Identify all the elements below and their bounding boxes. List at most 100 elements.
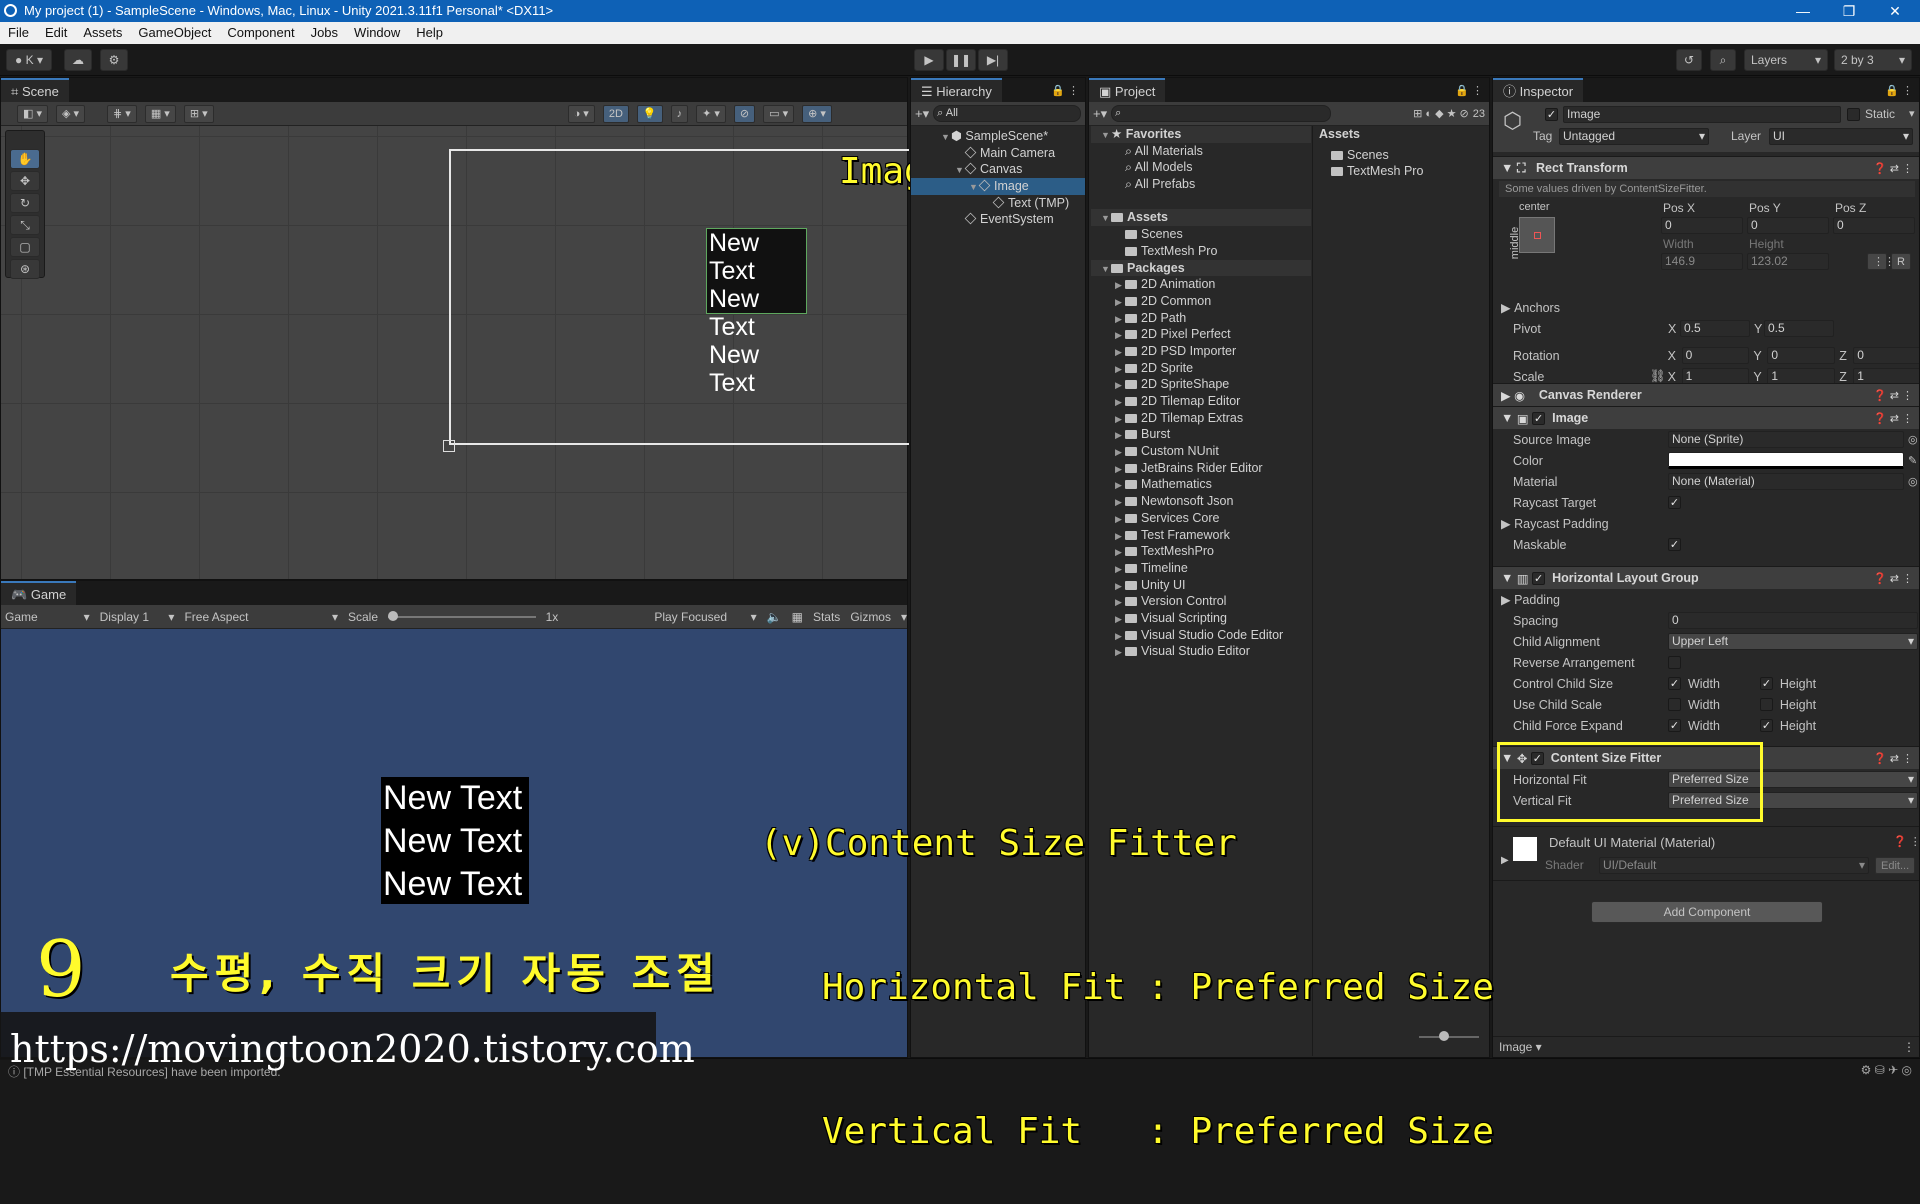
project-tree-item[interactable]: ▶ JetBrains Rider Editor <box>1091 460 1311 477</box>
project-tree-item[interactable]: Scenes <box>1091 226 1311 243</box>
fold-arrow-icon[interactable]: ▶ <box>1115 477 1125 494</box>
pivot-y-field[interactable]: 0.5 <box>1764 320 1834 337</box>
object-name-field[interactable]: Image <box>1563 106 1841 123</box>
effects-icon[interactable]: ✦ ▾ <box>696 104 726 123</box>
object-picker-icon[interactable]: ◎ <box>1904 433 1918 446</box>
project-search-input[interactable]: ⌕ <box>1111 105 1332 122</box>
color-swatch[interactable] <box>1668 452 1904 469</box>
project-tree-item[interactable]: ▶ TextMeshPro <box>1091 543 1311 560</box>
hierarchy-item[interactable]: Text (TMP) <box>911 195 1085 212</box>
audio-icon[interactable]: ♪ <box>670 104 689 123</box>
padding-foldout[interactable]: ▶ Padding <box>1493 589 1919 610</box>
menu-edit[interactable]: Edit <box>37 22 75 44</box>
layer-dropdown[interactable]: UI ▾ <box>1769 128 1913 145</box>
play-button[interactable]: ▶ <box>914 49 944 71</box>
fold-arrow-icon[interactable]: ▼ <box>1101 127 1111 144</box>
lighting-icon[interactable]: 💡 <box>636 104 663 123</box>
project-tree-item[interactable]: ▶ 2D Sprite <box>1091 360 1311 377</box>
mode-2d-toggle[interactable]: 2D <box>602 104 629 123</box>
chevron-down-icon[interactable]: ▾ <box>901 610 907 624</box>
fold-arrow-icon[interactable]: ▶ <box>1115 377 1125 394</box>
child-alignment-dropdown[interactable]: Upper Left ▾ <box>1668 633 1918 650</box>
project-tree-item[interactable]: ▶ Custom NUnit <box>1091 443 1311 460</box>
anchors-foldout[interactable]: ▶ Anchors <box>1493 297 1919 318</box>
asset-textmeshpro[interactable]: TextMesh Pro <box>1315 163 1487 180</box>
add-component-button[interactable]: Add Component <box>1591 901 1823 923</box>
fold-arrow-icon[interactable]: ▶ <box>1115 327 1125 344</box>
hand-tool-icon[interactable]: ✋ <box>10 149 40 169</box>
fold-arrow-icon[interactable]: ▼ <box>941 129 951 146</box>
lock-icon[interactable]: 🔒 ⋮ <box>1879 84 1919 102</box>
rotation-z-field[interactable]: 0 <box>1853 347 1919 364</box>
project-tree-item[interactable]: ▶ Version Control <box>1091 593 1311 610</box>
posy-field[interactable]: 0 <box>1747 217 1829 234</box>
rect-tool-icon[interactable]: ▢ <box>10 237 40 257</box>
fold-arrow-icon[interactable]: ▶ <box>1115 444 1125 461</box>
fold-arrow-icon[interactable]: ▶ <box>1115 294 1125 311</box>
spacing-field[interactable]: 0 <box>1668 612 1918 629</box>
play-focused-dropdown[interactable]: Play Focused ▾ <box>654 610 756 624</box>
maskable-checkbox[interactable]: ✓ <box>1668 538 1681 551</box>
project-tree-item[interactable]: ⌕ All Models <box>1091 159 1311 176</box>
layout-dropdown[interactable]: 2 by 3 ▾ <box>1834 49 1912 71</box>
source-image-field[interactable]: None (Sprite) <box>1668 431 1904 448</box>
fold-arrow-icon[interactable]: ▶ <box>1115 644 1125 661</box>
history-icon[interactable]: ↺ <box>1676 49 1702 71</box>
blueprint-mode-icon[interactable]: ⋮⋮ <box>1867 253 1895 270</box>
component-menu-icons[interactable]: ❓ ⇄ ⋮ <box>1873 752 1919 765</box>
project-tree-item[interactable]: ▶ 2D PSD Importer <box>1091 343 1311 360</box>
project-tree-item[interactable]: ▼ Assets <box>1091 209 1311 227</box>
canvas-corner-handle[interactable] <box>443 440 455 452</box>
project-tree-item[interactable]: ▶ Mathematics <box>1091 476 1311 493</box>
fold-arrow-icon[interactable]: ▶ <box>1115 411 1125 428</box>
hlg-enabled-checkbox[interactable]: ✓ <box>1532 571 1546 585</box>
scene-image-object[interactable]: New Text New Text New Text <box>706 228 807 397</box>
pause-button[interactable]: ❚❚ <box>946 49 976 71</box>
posx-field[interactable]: 0 <box>1661 217 1743 234</box>
tab-scene[interactable]: ⌗ Scene <box>1 78 69 102</box>
menu-window[interactable]: Window <box>346 22 408 44</box>
static-checkbox[interactable] <box>1847 108 1860 121</box>
fold-arrow-icon[interactable]: ▶ <box>1115 461 1125 478</box>
grid-button[interactable]: ▦ ▾ <box>144 104 176 123</box>
project-tree-item[interactable]: ⌕ All Prefabs <box>1091 176 1311 193</box>
project-tree-item[interactable]: ▶ Newtonsoft Json <box>1091 493 1311 510</box>
menu-jobs[interactable]: Jobs <box>303 22 346 44</box>
tab-inspector[interactable]: ⓘ Inspector <box>1493 78 1584 102</box>
project-tree-item[interactable]: ▶ 2D Tilemap Extras <box>1091 410 1311 427</box>
scale-tool-icon[interactable]: ⤡ <box>10 215 40 235</box>
hierarchy-item[interactable]: Main Camera <box>911 145 1085 162</box>
gizmos-icon[interactable]: ⊕ ▾ <box>802 104 832 123</box>
material-field[interactable]: None (Material) <box>1668 473 1904 490</box>
raw-edit-button[interactable]: R <box>1891 253 1911 270</box>
camera-icon[interactable]: ▭ ▾ <box>763 104 795 123</box>
tab-hierarchy[interactable]: ☰ Hierarchy <box>911 78 1002 102</box>
project-tree-item[interactable]: ▼ Packages <box>1091 259 1311 277</box>
fold-arrow-icon[interactable]: ▶ <box>1115 361 1125 378</box>
raycast-target-checkbox[interactable]: ✓ <box>1668 496 1681 509</box>
fold-arrow-icon[interactable]: ▶ <box>1115 628 1125 645</box>
link-icon[interactable]: ⛓ <box>1650 369 1668 384</box>
stats-icon[interactable]: ▦ <box>792 610 803 624</box>
minimize-button[interactable]: — <box>1780 0 1826 22</box>
menu-gameobject[interactable]: GameObject <box>130 22 219 44</box>
add-icon[interactable]: +▾ <box>1093 106 1107 122</box>
project-tree-item[interactable]: ▶ 2D Animation <box>1091 276 1311 293</box>
layers-dropdown[interactable]: Layers ▾ <box>1744 49 1828 71</box>
menu-file[interactable]: File <box>0 22 37 44</box>
project-tree-item[interactable]: ▶ Visual Scripting <box>1091 610 1311 627</box>
footer-menu-icon[interactable]: ⋮ <box>1903 1040 1915 1054</box>
project-tree-item[interactable]: ▶ Test Framework <box>1091 527 1311 544</box>
rotate-tool-icon[interactable]: ↻ <box>10 193 40 213</box>
posz-field[interactable]: 0 <box>1833 217 1915 234</box>
filter-icons[interactable]: ⊞ ◐ ◆ ★ ⊘ <box>1413 107 1469 120</box>
fold-arrow-icon[interactable]: ▶ <box>1115 561 1125 578</box>
project-tree-item[interactable]: ▶ 2D SpriteShape <box>1091 376 1311 393</box>
project-tree-item[interactable]: ▶ 2D Tilemap Editor <box>1091 393 1311 410</box>
anchor-preset-button[interactable] <box>1519 217 1555 253</box>
tab-project[interactable]: ▣ Project <box>1089 78 1166 102</box>
canvas-renderer-header[interactable]: ▶ ◉ Canvas Renderer ❓ ⇄ ⋮ <box>1493 383 1919 406</box>
snap-button[interactable]: ⋕ ▾ <box>107 104 137 123</box>
tag-dropdown[interactable]: Untagged ▾ <box>1559 128 1709 145</box>
increment-button[interactable]: ⊞ ▾ <box>183 104 214 123</box>
